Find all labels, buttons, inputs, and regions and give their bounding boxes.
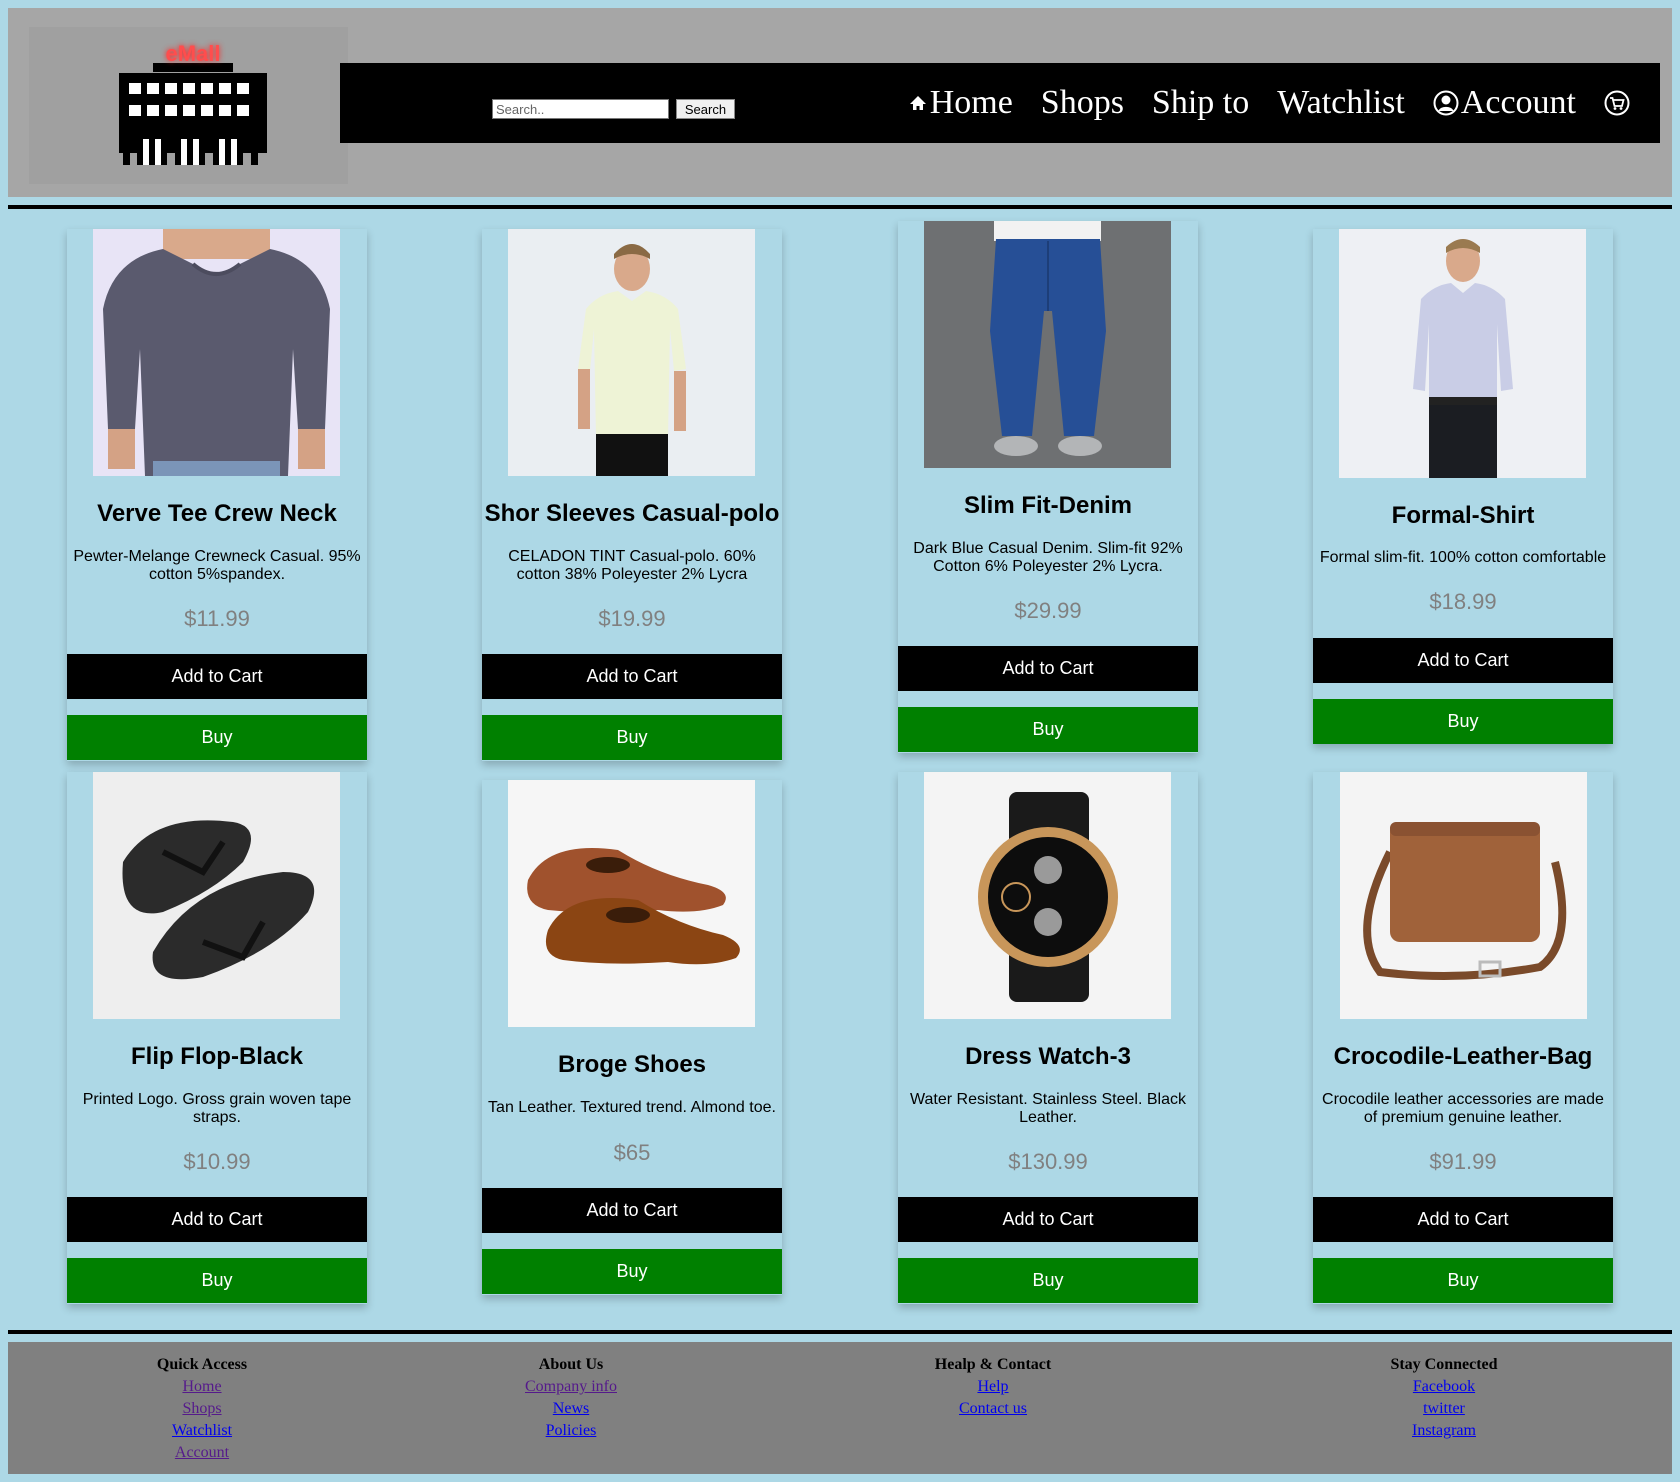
add-to-cart-button[interactable]: Add to Cart bbox=[898, 646, 1198, 691]
footer-divider bbox=[8, 1330, 1672, 1334]
nav-watchlist[interactable]: Watchlist bbox=[1277, 84, 1405, 122]
buy-button[interactable]: Buy bbox=[898, 707, 1198, 752]
product-description: Pewter-Melange Crewneck Casual. 95% cott… bbox=[73, 548, 361, 583]
product-image-leather-bag[interactable] bbox=[1340, 772, 1587, 1019]
footer-link-contact-us[interactable]: Contact us bbox=[893, 1398, 1093, 1420]
buy-button[interactable]: Buy bbox=[482, 715, 782, 760]
product-card: Broge Shoes Tan Leather. Textured trend.… bbox=[482, 780, 782, 1295]
product-card: Flip Flop-Black Printed Logo. Gross grai… bbox=[67, 772, 367, 1304]
home-icon bbox=[908, 93, 928, 113]
product-description: CELADON TINT Casual-polo. 60% cotton 38%… bbox=[508, 548, 756, 583]
product-image-wrist-watch[interactable] bbox=[924, 772, 1171, 1019]
product-title: Broge Shoes bbox=[557, 1051, 707, 1078]
buy-button[interactable]: Buy bbox=[898, 1258, 1198, 1303]
product-image-denim-jeans[interactable] bbox=[924, 221, 1171, 468]
product-description: Water Resistant. Stainless Steel. Black … bbox=[910, 1091, 1186, 1126]
product-description: Tan Leather. Textured trend. Almond toe. bbox=[488, 1099, 776, 1116]
footer-column-quick-access: Quick Access Home Shops Watchlist Accoun… bbox=[102, 1354, 302, 1464]
nav-ship-to[interactable]: Ship to bbox=[1152, 84, 1249, 122]
logo-text: eMall bbox=[165, 41, 221, 66]
footer-heading: Healp & Contact bbox=[934, 1356, 1052, 1373]
product-price: $18.99 bbox=[1429, 589, 1497, 614]
product-title: Verve Tee Crew Neck bbox=[97, 500, 337, 527]
product-price: $10.99 bbox=[183, 1149, 251, 1174]
nav-watchlist-label: Watchlist bbox=[1277, 84, 1405, 121]
footer-column-help-contact: Healp & Contact Help Contact us bbox=[893, 1354, 1093, 1420]
footer-heading: Quick Access bbox=[156, 1356, 248, 1373]
product-price: $130.99 bbox=[1008, 1149, 1088, 1174]
product-price: $65 bbox=[613, 1140, 651, 1165]
nav-shops[interactable]: Shops bbox=[1041, 84, 1124, 122]
product-title: Crocodile-Leather-Bag bbox=[1333, 1043, 1593, 1070]
product-card: Shor Sleeves Casual-polo CELADON TINT Ca… bbox=[482, 229, 782, 761]
product-card: Verve Tee Crew Neck Pewter-Melange Crewn… bbox=[67, 229, 367, 761]
add-to-cart-button[interactable]: Add to Cart bbox=[1313, 638, 1613, 683]
product-card: Dress Watch-3 Water Resistant. Stainless… bbox=[898, 772, 1198, 1304]
product-price: $11.99 bbox=[184, 606, 250, 631]
product-title: Slim Fit-Denim bbox=[963, 492, 1132, 519]
product-card: Crocodile-Leather-Bag Crocodile leather … bbox=[1313, 772, 1613, 1304]
product-price: $29.99 bbox=[1014, 598, 1082, 623]
search-button[interactable]: Search bbox=[676, 99, 735, 119]
product-card: Slim Fit-Denim Dark Blue Casual Denim. S… bbox=[898, 221, 1198, 753]
footer-link-news[interactable]: News bbox=[471, 1398, 671, 1420]
cart-icon[interactable] bbox=[1604, 90, 1630, 116]
add-to-cart-button[interactable]: Add to Cart bbox=[67, 1197, 367, 1242]
footer-column-about-us: About Us Company info News Policies bbox=[471, 1354, 671, 1442]
footer-link-twitter[interactable]: twitter bbox=[1344, 1398, 1544, 1420]
add-to-cart-button[interactable]: Add to Cart bbox=[1313, 1197, 1613, 1242]
user-circle-icon bbox=[1433, 90, 1459, 116]
navbar: Search Home Shops Ship to Watchlist Acco… bbox=[340, 63, 1660, 143]
footer-heading: Stay Connected bbox=[1390, 1356, 1498, 1373]
buy-button[interactable]: Buy bbox=[482, 1249, 782, 1294]
buy-button[interactable]: Buy bbox=[67, 1258, 367, 1303]
site-footer: Quick Access Home Shops Watchlist Accoun… bbox=[8, 1342, 1672, 1474]
product-image-grey-tshirt[interactable] bbox=[93, 229, 340, 476]
footer-link-account[interactable]: Account bbox=[102, 1442, 302, 1464]
product-title: Flip Flop-Black bbox=[130, 1043, 303, 1070]
site-logo[interactable]: eMall bbox=[29, 27, 348, 184]
product-title: Dress Watch-3 bbox=[965, 1043, 1131, 1070]
nav-home[interactable]: Home bbox=[908, 84, 1013, 122]
nav-account[interactable]: Account bbox=[1433, 84, 1576, 122]
footer-link-facebook[interactable]: Facebook bbox=[1344, 1376, 1544, 1398]
footer-heading: About Us bbox=[538, 1356, 604, 1373]
buy-button[interactable]: Buy bbox=[1313, 1258, 1613, 1303]
buy-button[interactable]: Buy bbox=[67, 715, 367, 760]
add-to-cart-button[interactable]: Add to Cart bbox=[482, 1188, 782, 1233]
product-image-brogue-shoes[interactable] bbox=[508, 780, 755, 1027]
product-image-polo-shirt[interactable] bbox=[508, 229, 755, 476]
product-price: $19.99 bbox=[598, 606, 666, 631]
product-description: Formal slim-fit. 100% cotton comfortable bbox=[1319, 549, 1607, 566]
nav-shops-label: Shops bbox=[1040, 84, 1124, 121]
footer-link-company-info[interactable]: Company info bbox=[471, 1376, 671, 1398]
nav-ship-to-label: Ship to bbox=[1151, 84, 1250, 121]
add-to-cart-button[interactable]: Add to Cart bbox=[898, 1197, 1198, 1242]
nav-links: Home Shops Ship to Watchlist Account bbox=[908, 63, 1630, 143]
nav-home-label: Home bbox=[929, 84, 1013, 121]
product-description: Printed Logo. Gross grain woven tape str… bbox=[82, 1091, 352, 1126]
add-to-cart-button[interactable]: Add to Cart bbox=[482, 654, 782, 699]
footer-link-shops[interactable]: Shops bbox=[102, 1398, 302, 1420]
product-description: Dark Blue Casual Denim. Slim-fit 92% Cot… bbox=[913, 540, 1183, 575]
header-divider bbox=[8, 205, 1672, 209]
product-description: Crocodile leather accessories are made o… bbox=[1322, 1091, 1604, 1126]
site-header: eMall Search Home Shops Ship to Watchlis… bbox=[8, 8, 1672, 197]
footer-link-help[interactable]: Help bbox=[893, 1376, 1093, 1398]
footer-link-policies[interactable]: Policies bbox=[471, 1420, 671, 1442]
product-title: Shor Sleeves Casual-polo bbox=[484, 500, 780, 527]
search-input[interactable] bbox=[492, 99, 669, 119]
footer-link-home[interactable]: Home bbox=[102, 1376, 302, 1398]
footer-column-stay-connected: Stay Connected Facebook twitter Instagra… bbox=[1344, 1354, 1544, 1442]
footer-link-instagram[interactable]: Instagram bbox=[1344, 1420, 1544, 1442]
product-image-flip-flops[interactable] bbox=[93, 772, 340, 1019]
buy-button[interactable]: Buy bbox=[1313, 699, 1613, 744]
add-to-cart-button[interactable]: Add to Cart bbox=[67, 654, 367, 699]
product-price: $91.99 bbox=[1429, 1149, 1497, 1174]
footer-link-watchlist[interactable]: Watchlist bbox=[102, 1420, 302, 1442]
product-card: Formal-Shirt Formal slim-fit. 100% cotto… bbox=[1313, 229, 1613, 744]
product-image-formal-shirt[interactable] bbox=[1339, 229, 1586, 478]
nav-account-label: Account bbox=[1460, 84, 1576, 121]
product-title: Formal-Shirt bbox=[1391, 502, 1535, 529]
